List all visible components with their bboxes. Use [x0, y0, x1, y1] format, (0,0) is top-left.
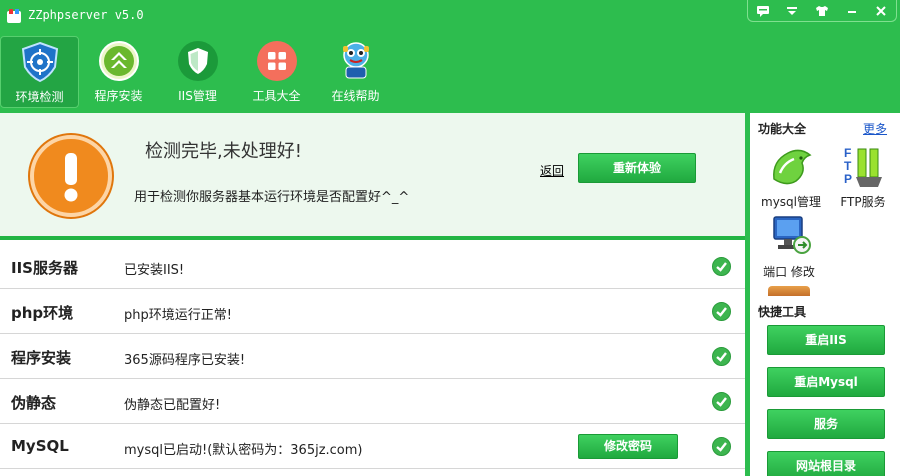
- ftp-icon: F T P: [844, 146, 882, 187]
- check-label: 伪静态: [11, 394, 57, 412]
- back-link[interactable]: 返回: [540, 162, 564, 179]
- close-icon[interactable]: [870, 1, 892, 21]
- nav-item-help[interactable]: 在线帮助: [316, 36, 395, 108]
- nav-item-tools[interactable]: 工具大全: [237, 36, 316, 108]
- mysql-dolphin-icon: [773, 149, 812, 185]
- tool-ftp-service[interactable]: F T P FTP服务: [828, 143, 898, 221]
- check-label: MySQL: [11, 437, 69, 455]
- app-header: ZZphpserver v5.0 环境检测 程序安装 IIS管理 工具大全 在线…: [0, 0, 900, 113]
- svg-text:P: P: [844, 172, 852, 186]
- check-value: 365源码程序已安装!: [124, 353, 246, 368]
- web-root-button[interactable]: 网站根目录: [767, 451, 885, 476]
- retest-button[interactable]: 重新体验: [578, 153, 696, 183]
- features-title: 功能大全: [758, 122, 807, 136]
- help-mascot-icon: [342, 42, 369, 79]
- restart-mysql-button[interactable]: 重启Mysql: [767, 367, 885, 397]
- main-panel: 检测完毕,未处理好! 用于检测你服务器基本运行环境是否配置好^_^ 返回 重新体…: [0, 113, 745, 476]
- check-row-program: 程序安装 365源码程序已安装!: [0, 334, 745, 379]
- nav-label: 工具大全: [252, 89, 301, 103]
- nav-label: IIS管理: [178, 89, 217, 103]
- port-monitor-icon: [773, 216, 811, 254]
- app-logo-icon: [7, 9, 21, 23]
- tool-mysql-manage[interactable]: mysql管理: [756, 143, 826, 221]
- check-value: mysql已启动!(默认密码为：365jz.com): [124, 443, 363, 458]
- green-shield-icon: [177, 41, 218, 81]
- check-row-mysql: MySQL mysql已启动!(默认密码为：365jz.com) 修改密码: [0, 424, 745, 469]
- tool-label: 端口 修改: [763, 265, 815, 279]
- message-icon[interactable]: [752, 1, 774, 21]
- tools-grid-icon: [256, 41, 297, 81]
- status-banner: 检测完毕,未处理好! 用于检测你服务器基本运行环境是否配置好^_^ 返回 重新体…: [0, 113, 745, 240]
- install-arrows-icon: [98, 41, 139, 81]
- check-row-rewrite: 伪静态 伪静态已配置好!: [0, 379, 745, 424]
- nav-item-program-install[interactable]: 程序安装: [79, 36, 158, 108]
- quick-tools-title: 快捷工具: [758, 305, 807, 319]
- side-panel: 功能大全 更多 mysql管理 F T P FTP服务 端口 修改 快捷工具 重…: [750, 113, 900, 476]
- menu-dropdown-icon[interactable]: [781, 1, 803, 21]
- tool-more-icon: [768, 286, 810, 296]
- check-ok-icon: [712, 392, 731, 411]
- restart-iis-button[interactable]: 重启IIS: [767, 325, 885, 355]
- svg-text:T: T: [844, 159, 852, 173]
- nav-label: 在线帮助: [331, 89, 380, 103]
- window-title: ZZphpserver v5.0: [28, 8, 144, 22]
- banner-description: 用于检测你服务器基本运行环境是否配置好^_^: [134, 190, 410, 205]
- skin-shirt-icon[interactable]: [811, 1, 833, 21]
- window-controls: [747, 0, 897, 22]
- check-ok-icon: [712, 302, 731, 321]
- check-ok-icon: [712, 347, 731, 366]
- check-label: 程序安装: [11, 349, 72, 367]
- tool-label: mysql管理: [761, 195, 821, 209]
- main-nav: 环境检测 程序安装 IIS管理 工具大全 在线帮助: [0, 36, 395, 108]
- nav-item-env-check[interactable]: 环境检测: [0, 36, 79, 108]
- services-button[interactable]: 服务: [767, 409, 885, 439]
- check-value: 伪静态已配置好!: [124, 398, 221, 413]
- check-row-iis: IIS服务器 已安装IIS!: [0, 244, 745, 289]
- shield-target-icon: [21, 41, 58, 83]
- change-password-button[interactable]: 修改密码: [578, 434, 678, 459]
- check-label: IIS服务器: [11, 259, 78, 277]
- check-value: php环境运行正常!: [124, 308, 232, 323]
- more-link[interactable]: 更多: [863, 120, 887, 137]
- tool-label: FTP服务: [840, 195, 886, 209]
- check-row-php: php环境 php环境运行正常!: [0, 289, 745, 334]
- check-ok-icon: [712, 257, 731, 276]
- check-label: php环境: [11, 304, 74, 322]
- tool-port-change[interactable]: 端口 修改: [754, 213, 824, 291]
- minimize-icon[interactable]: [841, 1, 863, 21]
- nav-label: 环境检测: [15, 90, 64, 104]
- warning-icon: [30, 135, 112, 217]
- check-ok-icon: [712, 437, 731, 456]
- banner-title: 检测完毕,未处理好!: [145, 141, 302, 162]
- nav-label: 程序安装: [94, 89, 143, 103]
- nav-item-iis-manage[interactable]: IIS管理: [158, 36, 237, 108]
- check-value: 已安装IIS!: [124, 263, 185, 278]
- svg-text:F: F: [844, 146, 851, 160]
